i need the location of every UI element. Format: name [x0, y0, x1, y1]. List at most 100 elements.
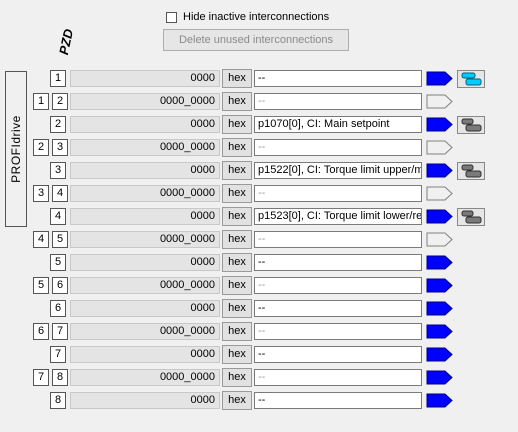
pzd-value: 0000 [70, 70, 220, 87]
pzd-input-row: 1 2 0000_0000 hex -- [0, 92, 518, 112]
interconnection-field[interactable]: -- [254, 231, 422, 248]
hex-button[interactable]: hex [222, 368, 252, 387]
hex-button[interactable]: hex [222, 69, 252, 88]
pzd-value: 0000 [70, 300, 220, 317]
hex-button[interactable]: hex [222, 207, 252, 226]
delete-unused-button[interactable]: Delete unused interconnections [163, 29, 349, 51]
active-arrow-icon[interactable] [426, 278, 453, 293]
hex-button[interactable]: hex [222, 345, 252, 364]
interconnection-field[interactable]: -- [254, 277, 422, 294]
pzd-value: 0000_0000 [70, 323, 220, 340]
pzd-value: 0000_0000 [70, 277, 220, 294]
inactive-arrow-icon[interactable] [426, 186, 453, 201]
hex-button[interactable]: hex [222, 230, 252, 249]
interconnection-field[interactable]: -- [254, 346, 422, 363]
pzd-value: 0000_0000 [70, 139, 220, 156]
active-arrow-icon[interactable] [426, 163, 453, 178]
pzd-output-row: 2 0000 hex p1070[0], CI: Main setpoint [0, 115, 518, 135]
pzd-number: 1 [50, 70, 66, 87]
bico-connected-icon[interactable] [457, 162, 485, 180]
pzd-number: 2 [50, 116, 66, 133]
pzd-label: PZD [56, 27, 77, 57]
hex-button[interactable]: hex [222, 161, 252, 180]
active-arrow-icon[interactable] [426, 255, 453, 270]
pzd-number: 6 [50, 300, 66, 317]
pzd-number-b: 2 [52, 93, 68, 110]
pzd-value: 0000 [70, 208, 220, 225]
hide-inactive-label: Hide inactive interconnections [183, 11, 330, 23]
hex-button[interactable]: hex [222, 322, 252, 341]
interconnection-field[interactable]: -- [254, 369, 422, 386]
hex-button[interactable]: hex [222, 299, 252, 318]
pzd-value: 0000 [70, 162, 220, 179]
pzd-value: 0000_0000 [70, 93, 220, 110]
interconnection-field[interactable]: -- [254, 254, 422, 271]
active-arrow-icon[interactable] [426, 347, 453, 362]
pzd-number-a: 2 [33, 139, 49, 156]
active-arrow-icon[interactable] [426, 393, 453, 408]
pzd-number-b: 6 [52, 277, 68, 294]
pzd-output-row: 1 0000 hex -- [0, 69, 518, 89]
interconnection-field[interactable]: p1523[0], CI: Torque limit lower/regener… [254, 208, 422, 225]
interconnection-field[interactable]: -- [254, 300, 422, 317]
hex-button[interactable]: hex [222, 92, 252, 111]
active-arrow-icon[interactable] [426, 71, 453, 86]
interconnection-field[interactable]: -- [254, 185, 422, 202]
inactive-arrow-icon[interactable] [426, 232, 453, 247]
hex-button[interactable]: hex [222, 115, 252, 134]
pzd-number-b: 4 [52, 185, 68, 202]
interconnection-field[interactable]: p1522[0], CI: Torque limit upper/motorin… [254, 162, 422, 179]
bico-connected-icon[interactable] [457, 208, 485, 226]
pzd-number-b: 3 [52, 139, 68, 156]
bico-connect-icon[interactable] [457, 70, 485, 88]
active-arrow-icon[interactable] [426, 117, 453, 132]
pzd-value: 0000_0000 [70, 185, 220, 202]
pzd-input-row: 3 4 0000_0000 hex -- [0, 184, 518, 204]
interconnection-field[interactable]: -- [254, 93, 422, 110]
hex-button[interactable]: hex [222, 184, 252, 203]
pzd-output-row: 7 0000 hex -- [0, 345, 518, 365]
pzd-number: 4 [50, 208, 66, 225]
hex-button[interactable]: hex [222, 253, 252, 272]
inactive-arrow-icon[interactable] [426, 94, 453, 109]
pzd-number-a: 4 [33, 231, 49, 248]
active-arrow-icon[interactable] [426, 301, 453, 316]
pzd-output-row: 8 0000 hex -- [0, 391, 518, 411]
pzd-value: 0000_0000 [70, 369, 220, 386]
pzd-value: 0000 [70, 254, 220, 271]
pzd-number: 8 [50, 392, 66, 409]
hex-button[interactable]: hex [222, 276, 252, 295]
pzd-input-row: 6 7 0000_0000 hex -- [0, 322, 518, 342]
hex-button[interactable]: hex [222, 391, 252, 410]
active-arrow-icon[interactable] [426, 209, 453, 224]
pzd-number-b: 8 [52, 369, 68, 386]
pzd-number: 5 [50, 254, 66, 271]
pzd-number-b: 5 [52, 231, 68, 248]
pzd-number-a: 5 [33, 277, 49, 294]
pzd-value: 0000 [70, 392, 220, 409]
hide-inactive-row[interactable]: Hide inactive interconnections [166, 11, 329, 23]
interconnection-field[interactable]: -- [254, 323, 422, 340]
interconnection-field[interactable]: p1070[0], CI: Main setpoint [254, 116, 422, 133]
inactive-arrow-icon[interactable] [426, 140, 453, 155]
active-arrow-icon[interactable] [426, 324, 453, 339]
pzd-input-row: 7 8 0000_0000 hex -- [0, 368, 518, 388]
pzd-number-b: 7 [52, 323, 68, 340]
pzd-number-a: 1 [33, 93, 49, 110]
pzd-input-row: 5 6 0000_0000 hex -- [0, 276, 518, 296]
pzd-input-row: 2 3 0000_0000 hex -- [0, 138, 518, 158]
pzd-number-a: 6 [33, 323, 49, 340]
pzd-output-row: 6 0000 hex -- [0, 299, 518, 319]
hide-inactive-checkbox[interactable] [166, 11, 177, 23]
pzd-input-row: 4 5 0000_0000 hex -- [0, 230, 518, 250]
pzd-value: 0000 [70, 346, 220, 363]
interconnection-field[interactable]: -- [254, 70, 422, 87]
pzd-number: 7 [50, 346, 66, 363]
interconnection-field[interactable]: -- [254, 392, 422, 409]
active-arrow-icon[interactable] [426, 370, 453, 385]
bico-connected-icon[interactable] [457, 116, 485, 134]
pzd-output-row: 4 0000 hex p1523[0], CI: Torque limit lower… [0, 207, 518, 227]
interconnection-field[interactable]: -- [254, 139, 422, 156]
pzd-number-a: 3 [33, 185, 49, 202]
hex-button[interactable]: hex [222, 138, 252, 157]
